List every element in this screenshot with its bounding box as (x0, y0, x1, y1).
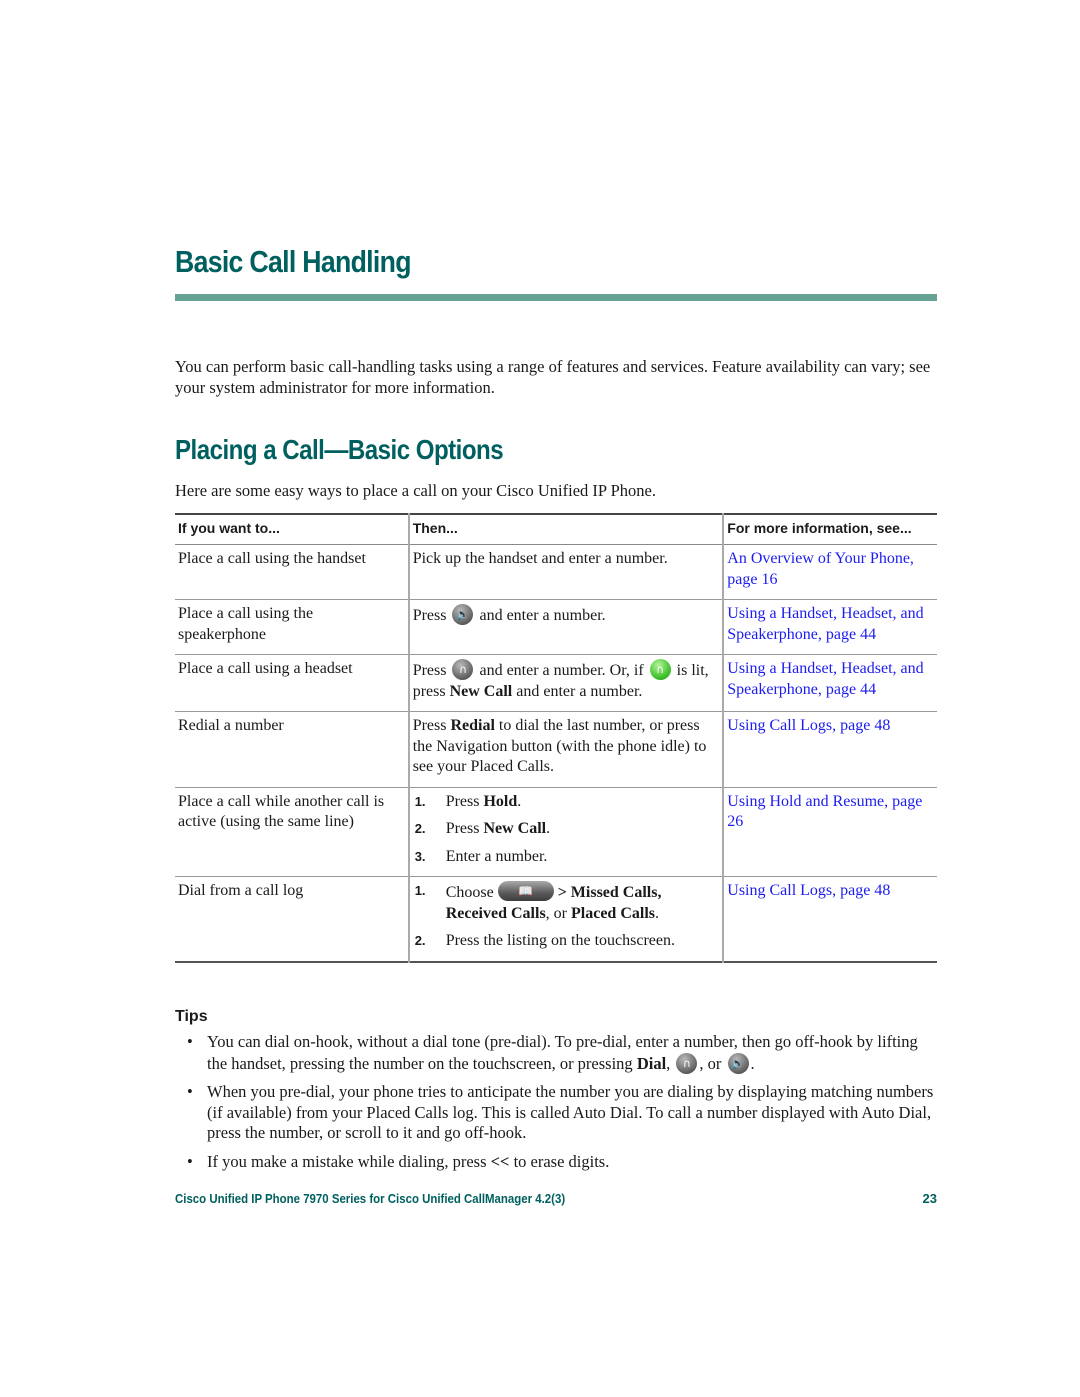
text: . (655, 904, 659, 922)
text: , or (545, 904, 567, 922)
text: and enter a number. (516, 682, 643, 700)
bullet: • (187, 1082, 193, 1101)
placing-call-table: If you want to... Then... For more infor… (175, 513, 937, 963)
text: , or (699, 1053, 722, 1073)
step-item: 1. Choose 📖 > Missed Calls, Received Calls… (413, 881, 719, 924)
cell-see: Using a Handset, Headset, and Speakerpho… (722, 599, 937, 655)
step-number: 2. (414, 821, 426, 836)
table-row: Place a call using a headset Press ∩ and… (175, 654, 937, 712)
xref-link[interactable]: Using a Handset, Headset, and Speakerpho… (727, 605, 923, 643)
bullet: • (187, 1032, 193, 1051)
tip-item: • When you pre-dial, your phone tries to… (175, 1082, 937, 1144)
step-item: 2. Press New Call. (413, 819, 719, 840)
page-number: 23 (922, 1191, 937, 1206)
step-item: 2. Press the listing on the touchscreen. (413, 931, 719, 952)
text: If you make a mistake while dialing, pre… (207, 1151, 487, 1171)
cell-then: 1. Choose 📖 > Missed Calls, Received Calls… (407, 876, 724, 962)
step-number: 2. (414, 933, 426, 948)
key-label: << (490, 1151, 510, 1171)
text: Choose (445, 884, 494, 901)
cell-then: 1. Press Hold. 2. Press New Call. 3. Ent… (407, 787, 724, 877)
section-lead: Here are some easy ways to place a call … (175, 481, 656, 500)
cell-then: Press Redial to dial the last number, or… (407, 711, 724, 787)
text: Press (445, 792, 480, 810)
section-title: Placing a Call—Basic Options (175, 434, 504, 465)
softkey-label: Hold (483, 792, 518, 810)
softkey-label: New Call (483, 820, 547, 837)
tips-heading: Tips (175, 1008, 208, 1025)
step-number: 3. (414, 848, 426, 864)
step-number: 1. (414, 793, 426, 809)
table-row: Place a call using the speakerphone Pres… (175, 599, 937, 655)
cell-then: Press 🔈 and enter a number. (407, 599, 724, 655)
bullet: • (187, 1151, 193, 1171)
tip-item: • You can dial on-hook, without a dial t… (175, 1032, 937, 1074)
chapter-rule (175, 294, 937, 301)
cell-see: An Overview of Your Phone, page 16 (722, 544, 937, 600)
xref-link[interactable]: Using a Handset, Headset, and Speakerpho… (727, 660, 923, 698)
cell-see: Using a Handset, Headset, and Speakerpho… (722, 654, 937, 712)
directories-button-icon: 📖 (497, 881, 554, 901)
chapter-intro: You can perform basic call-handling task… (175, 357, 931, 397)
headset-icon: ∩ (676, 1052, 698, 1074)
footer-title: Cisco Unified IP Phone 7970 Series for C… (175, 1191, 566, 1206)
xref-link[interactable]: Using Call Logs, page 48 (727, 717, 890, 734)
text: When you pre-dial, your phone tries to a… (207, 1082, 934, 1142)
cell-see: Using Hold and Resume, page 26 (722, 787, 937, 877)
xref-link[interactable]: An Overview of Your Phone, page 16 (727, 550, 914, 588)
text: You can dial on-hook, without a dial ton… (207, 1032, 918, 1073)
softkey-label: Dial (636, 1053, 667, 1073)
text: , (666, 1053, 671, 1073)
cell-see: Using Call Logs, page 48 (722, 711, 937, 787)
cell-want: Redial a number (178, 717, 284, 734)
header-then: Then... (407, 514, 724, 545)
softkey-label: Redial (450, 717, 495, 734)
header-want: If you want to... (178, 520, 280, 536)
step-list: 1. Choose 📖 > Missed Calls, Received Calls… (413, 881, 719, 952)
step-list: 1. Press Hold. 2. Press New Call. 3. Ent… (413, 792, 719, 868)
speaker-icon: 🔈 (452, 604, 474, 625)
text: and enter a number. Or, if (479, 662, 644, 679)
text: . (546, 820, 551, 837)
table-row: Redial a number Press Redial to dial the… (175, 711, 937, 787)
text: Press the listing on the touchscreen. (445, 932, 675, 949)
text: . (517, 792, 522, 810)
softkey-label: Placed Calls (571, 904, 655, 922)
tips-list: • You can dial on-hook, without a dial t… (175, 1032, 937, 1180)
xref-link[interactable]: Using Hold and Resume, page 26 (727, 793, 922, 831)
softkey-label: New Call (449, 682, 513, 700)
header-see: For more information, see... (722, 514, 937, 545)
headset-lit-icon: ∩ (649, 659, 671, 680)
table-row: Dial from a call log 1. Choose 📖 > Missed … (175, 876, 937, 962)
text: to erase digits. (513, 1151, 610, 1171)
text: Press (412, 662, 447, 679)
headset-icon: ∩ (452, 659, 474, 680)
xref-link[interactable]: Using Call Logs, page 48 (727, 882, 890, 899)
text: Press (445, 820, 480, 837)
cell-want: Dial from a call log (178, 882, 304, 899)
cell-want: Place a call using the handset (178, 550, 366, 567)
cell-then: Pick up the handset and enter a number. (407, 544, 724, 600)
text: Press (412, 607, 447, 624)
step-item: 3. Enter a number. (413, 847, 719, 868)
text: . (750, 1053, 755, 1073)
cell-want: Place a call while another call is activ… (178, 792, 385, 831)
step-item: 1. Press Hold. (413, 792, 719, 813)
cell-then: Press ∩ and enter a number. Or, if ∩ is … (407, 654, 724, 712)
table-header-row: If you want to... Then... For more infor… (175, 514, 937, 545)
cell-want: Place a call using the speakerphone (178, 605, 314, 643)
chapter-title: Basic Call Handling (175, 244, 412, 279)
text: Enter a number. (445, 847, 548, 865)
cell-want: Place a call using a headset (178, 660, 353, 677)
table-row: Place a call while another call is activ… (175, 787, 937, 877)
tip-item: • If you make a mistake while dialing, p… (175, 1152, 937, 1173)
text: Press (412, 717, 447, 734)
table-row: Place a call using the handset Pick up t… (175, 544, 937, 600)
cell-see: Using Call Logs, page 48 (722, 876, 937, 962)
speaker-icon: 🔈 (727, 1052, 749, 1074)
text: and enter a number. (479, 607, 606, 624)
step-number: 1. (414, 883, 426, 898)
